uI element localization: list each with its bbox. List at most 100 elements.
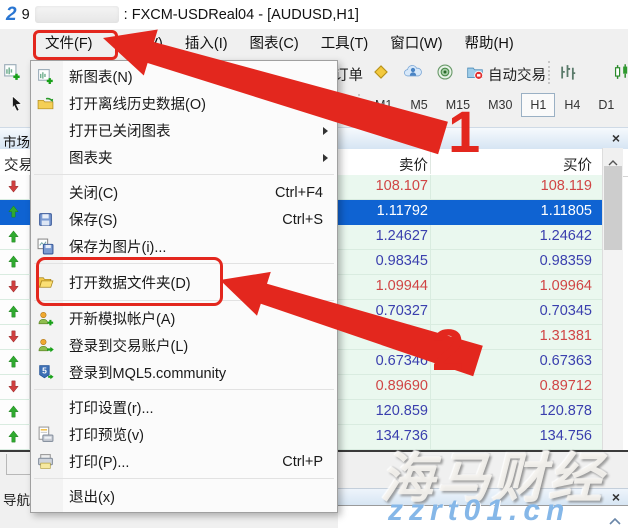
file-menu-item-2[interactable]: 打开已关闭图表 [31, 117, 337, 144]
sell-price: 0.89690 [338, 378, 428, 394]
column-divider [430, 300, 431, 324]
file-menu-item-19[interactable]: 退出(x) [31, 483, 337, 510]
timeframe-button-W1[interactable]: W1 [623, 93, 628, 117]
trend-up-icon [6, 354, 21, 374]
trend-up-icon [6, 229, 21, 249]
candlestick-icon[interactable] [612, 63, 628, 87]
menu-item-label: 保存为图片(i)... [69, 236, 166, 257]
sell-price: 1.24627 [338, 228, 428, 244]
timeframe-button-H4[interactable]: H4 [555, 93, 589, 117]
trend-up-icon [6, 404, 21, 424]
file-menu-item-6[interactable]: 保存(S) Ctrl+S [31, 206, 337, 233]
folder-history-icon [37, 95, 57, 112]
user-login-icon [37, 337, 57, 354]
menu-item-label: 登录到交易账户(L) [69, 335, 188, 356]
toolbar-grip[interactable] [358, 94, 362, 117]
menubar-item-3[interactable]: 图表(C) [239, 29, 310, 56]
timeframe-button-D1[interactable]: D1 [589, 93, 623, 117]
autotrading-icon[interactable] [466, 63, 484, 86]
close-icon[interactable]: × [612, 488, 620, 506]
file-menu-item-11[interactable]: 开新模拟帐户(A) [31, 305, 337, 332]
symbol-column-header[interactable]: 交易品种 [4, 154, 30, 175]
menu-item-label: 打印设置(r)... [69, 397, 154, 418]
new-order-button[interactable]: 订单 [334, 64, 363, 85]
timeframe-button-M30[interactable]: M30 [479, 93, 521, 117]
watermark-site: zzrt01.cn [388, 494, 570, 528]
trend-up-icon [6, 429, 21, 449]
file-menu-item-0[interactable]: 新图表(N) [31, 63, 337, 90]
buy-price: 0.70345 [432, 303, 592, 319]
menu-item-label: 开新模拟帐户(A) [69, 308, 175, 329]
community-icon[interactable] [404, 63, 422, 86]
menubar-item-6[interactable]: 帮助(H) [454, 29, 525, 56]
menu-item-label: 图表夹 [69, 147, 113, 168]
trend-down-icon [6, 179, 21, 199]
sell-price: 1.31360 [338, 328, 428, 344]
sell-price: 1.09944 [338, 278, 428, 294]
menu-item-label: 登录到MQL5.community [69, 362, 226, 383]
print-preview-icon [37, 426, 57, 443]
close-icon[interactable]: × [612, 129, 620, 147]
blurred-account-patch [35, 6, 119, 23]
new-chart-toolbar-icon[interactable] [3, 63, 21, 86]
scroll-up-icon[interactable] [609, 512, 621, 528]
autotrading-button[interactable]: 自动交易 [488, 64, 546, 85]
menubar-item-5[interactable]: 窗口(W) [379, 29, 453, 56]
sell-price: 0.67346 [338, 353, 428, 369]
file-menu-item-17[interactable]: 打印(P)...Ctrl+P [31, 448, 337, 475]
column-divider [430, 325, 431, 349]
sell-price: 1.11792 [338, 203, 428, 219]
timeframe-button-M5[interactable]: M5 [401, 93, 436, 117]
annotation-step-2: 2 [432, 322, 464, 380]
sell-price: 120.859 [338, 403, 428, 419]
window-title: : FXCM-USDReal04 - [AUDUSD,H1] [124, 7, 359, 23]
trend-up-icon [6, 254, 21, 274]
annotation-step-1: 1 [448, 104, 480, 162]
buy-price: 1.09964 [432, 278, 592, 294]
buy-price: 0.98359 [432, 253, 592, 269]
menu-item-label: 打开已关闭图表 [69, 120, 171, 141]
column-divider [430, 175, 431, 199]
menubar-item-2[interactable]: 插入(I) [174, 29, 239, 56]
scrollbar[interactable] [602, 148, 623, 450]
timeframe-button-H1[interactable]: H1 [521, 93, 555, 117]
metaeditor-icon[interactable] [372, 63, 390, 86]
file-menu-item-7[interactable]: 保存为图片(i)... [31, 233, 337, 260]
scrollbar-thumb[interactable] [604, 166, 622, 250]
menu-item-shortcut: Ctrl+S [282, 212, 323, 228]
sell-price: 0.70327 [338, 303, 428, 319]
column-divider [430, 375, 431, 399]
file-menu-item-15[interactable]: 打印设置(r)... [31, 394, 337, 421]
file-menu-item-13[interactable]: 5 登录到MQL5.community [31, 359, 337, 386]
timeframe-bar: M1M5M15M30H1H4D1W1 [366, 93, 628, 117]
trend-up-icon [6, 204, 21, 224]
bar-chart-icon[interactable] [558, 63, 577, 87]
file-menu-item-1[interactable]: 打开离线历史数据(O) [31, 90, 337, 117]
floppy-picture-icon [37, 238, 57, 255]
sell-column-header[interactable]: 卖价 [338, 154, 428, 175]
chevron-down-icon[interactable] [344, 103, 352, 108]
signals-icon[interactable] [436, 63, 454, 86]
file-menu-item-16[interactable]: 打印预览(v) [31, 421, 337, 448]
file-menu-item-5[interactable]: 关闭(C)Ctrl+F4 [31, 179, 337, 206]
trend-down-icon [6, 329, 21, 349]
annotation-box-data-folder [36, 257, 223, 306]
timeframe-button-M1[interactable]: M1 [366, 93, 401, 117]
menu-item-label: 保存(S) [69, 209, 117, 230]
column-divider [430, 151, 431, 174]
toolbar-grip[interactable] [548, 61, 552, 84]
file-menu-item-12[interactable]: 登录到交易账户(L) [31, 332, 337, 359]
printer-icon [37, 453, 57, 470]
menu-item-shortcut: Ctrl+P [282, 454, 323, 470]
menu-separator [34, 389, 334, 390]
file-menu-item-3[interactable]: 图表夹 [31, 144, 337, 171]
cursor-icon[interactable] [8, 95, 26, 118]
panel-tab-fragment [6, 454, 32, 475]
no-icon [37, 399, 57, 416]
mql5-icon: 5 [37, 364, 57, 381]
menu-separator [34, 174, 334, 175]
menu-separator [34, 478, 334, 479]
column-divider [430, 400, 431, 424]
svg-text:5: 5 [42, 366, 47, 376]
menubar-item-4[interactable]: 工具(T) [310, 29, 380, 56]
